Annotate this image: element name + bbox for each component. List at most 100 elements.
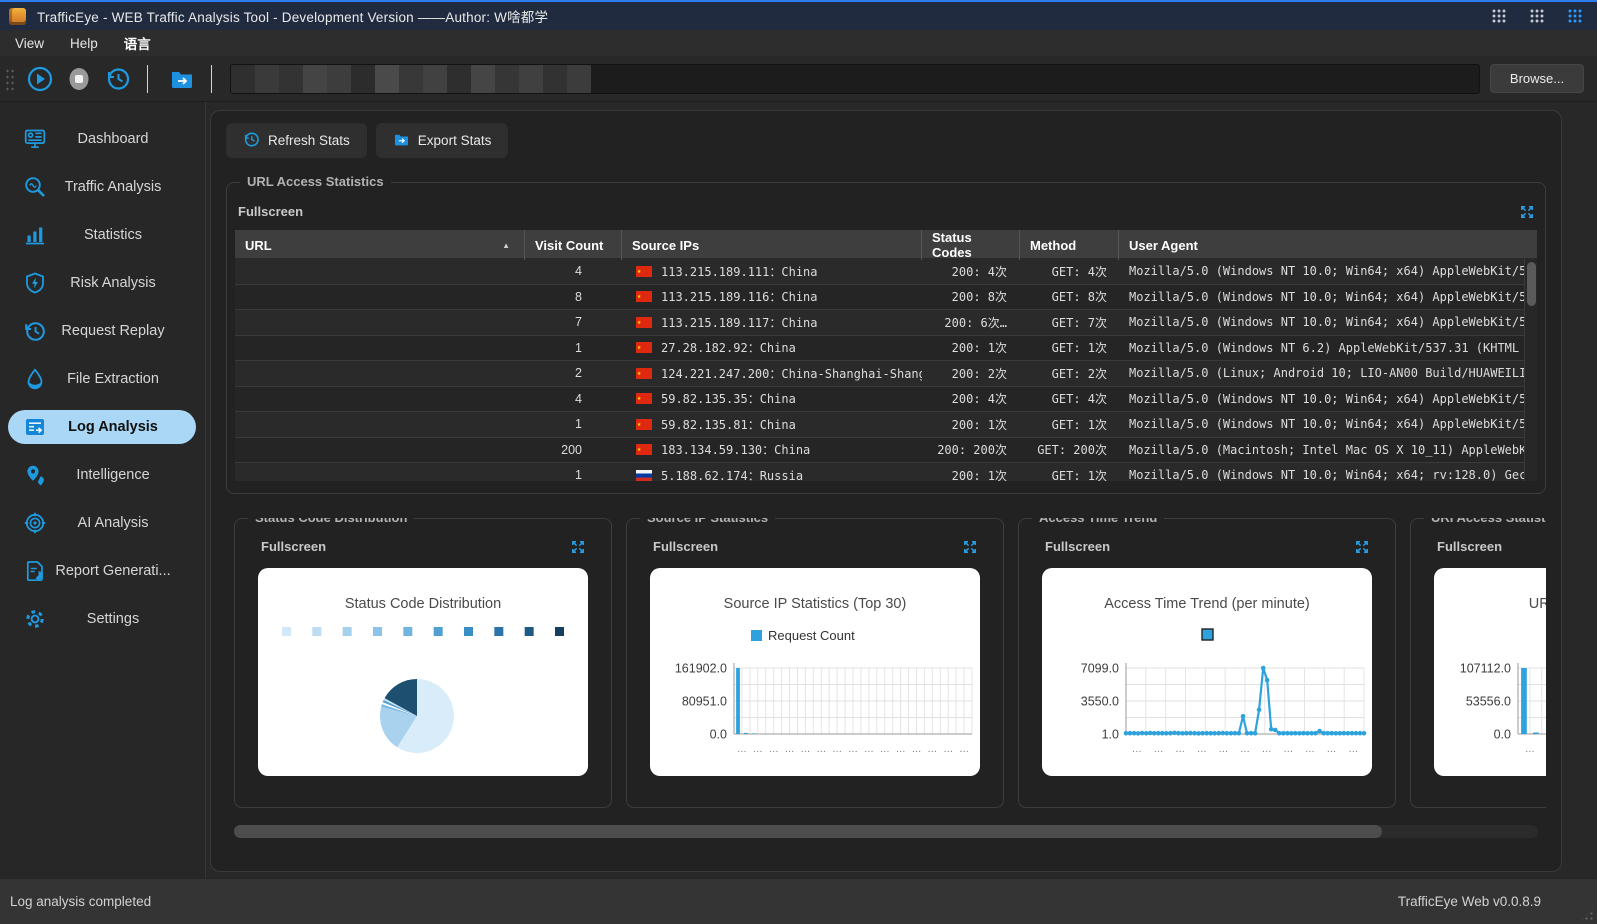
svg-text:…: … — [1327, 744, 1337, 755]
main-panel: Refresh Stats Export Stats URL Access St… — [210, 110, 1562, 872]
table-row[interactable]: 4 ★ 113.215.189.111：China 200: 4次 GET: 4次 Moz… — [235, 259, 1537, 285]
flag-cn-icon: ★ — [636, 291, 652, 303]
stop-capture-button[interactable] — [64, 64, 94, 94]
svg-text:…: … — [1305, 744, 1315, 755]
cell-status-codes: 200: 6次… — [944, 315, 1007, 330]
resize-grip[interactable] — [1579, 906, 1595, 922]
report-generation-icon — [22, 558, 48, 584]
start-capture-button[interactable] — [25, 64, 55, 94]
sidebar-item-log-analysis[interactable]: Log Analysis — [8, 410, 196, 444]
cell-user-agent: Mozilla/5.0 (Windows NT 10.0; Win64; x64… — [1129, 315, 1537, 330]
column-header-url[interactable]: URL ▲ — [235, 230, 525, 260]
scrollbar-thumb[interactable] — [1526, 262, 1536, 306]
cell-user-agent: Mozilla/5.0 (Macintosh; Intel Mac OS X 1… — [1129, 442, 1537, 457]
column-header-source-ips[interactable]: Source IPs — [622, 230, 922, 260]
expand-icon[interactable] — [963, 540, 977, 554]
expand-icon[interactable] — [571, 540, 585, 554]
table-row[interactable]: 1 ★ 59.82.135.81：China 200: 1次 GET: 1次 Mozill… — [235, 412, 1537, 438]
column-header-method[interactable]: Method — [1020, 230, 1119, 260]
expand-icon[interactable] — [1520, 205, 1534, 219]
sidebar-item-statistics[interactable]: Statistics — [8, 218, 196, 252]
group-title: Source IP Statistics — [640, 518, 776, 525]
cell-visit-count: 200 — [561, 442, 582, 457]
refresh-clock-icon — [243, 131, 260, 151]
table-row[interactable]: 1 5.188.62.174：Russia 200: 1次 GET: 1次 Mozill… — [235, 463, 1537, 481]
sidebar-item-label: Log Analysis — [68, 419, 158, 435]
sidebar-item-label: Risk Analysis — [70, 275, 156, 291]
grid-menu-icon-2[interactable] — [1529, 8, 1545, 24]
fullscreen-label[interactable]: Fullscreen — [238, 204, 303, 219]
table-row[interactable]: 8 ★ 113.215.189.116：China 200: 8次 GET: 8次 Moz… — [235, 284, 1537, 310]
refresh-stats-button[interactable]: Refresh Stats — [226, 123, 367, 158]
cell-status-codes: 200: 1次 — [951, 417, 1007, 432]
sidebar-item-label: Dashboard — [77, 131, 149, 147]
fullscreen-label[interactable]: Fullscreen — [653, 539, 718, 554]
sidebar-item-label: Intelligence — [76, 467, 150, 483]
sidebar-item-report-generati[interactable]: Report Generati... — [8, 554, 196, 588]
browse-button[interactable]: Browse... — [1490, 64, 1584, 93]
column-header-visit-count[interactable]: Visit Count — [525, 230, 622, 260]
cell-method: GET: 1次 — [1051, 417, 1107, 432]
sidebar-item-traffic-analysis[interactable]: Traffic Analysis — [8, 170, 196, 204]
cell-status-codes: 200: 4次 — [951, 264, 1007, 279]
fullscreen-label[interactable]: Fullscreen — [261, 539, 326, 554]
fullscreen-label[interactable]: Fullscreen — [1045, 539, 1110, 554]
svg-text:…: … — [927, 744, 937, 755]
chart-card-status-code-distribution: Status Code Distribution — [258, 568, 588, 776]
url-access-statistics-group: URL Access Statistics Fullscreen URL ▲ Vis… — [226, 174, 1546, 494]
scrollbar-thumb[interactable] — [234, 825, 1382, 838]
cell-method: GET: 8次 — [1051, 290, 1107, 305]
grid-menu-icon-3[interactable] — [1567, 8, 1583, 24]
statusbar: Log analysis completed TrafficEye Web v0… — [0, 878, 1597, 924]
group-title: URI Access Statistics — [1424, 518, 1546, 525]
file-path-input[interactable] — [230, 63, 1480, 94]
table-header: URL ▲ Visit Count Source IPs Status Codes Met… — [235, 230, 1537, 260]
toolbar-separator — [211, 64, 212, 93]
menu-view[interactable]: View — [15, 36, 44, 51]
table-vertical-scrollbar[interactable] — [1524, 259, 1537, 481]
column-header-status-codes[interactable]: Status Codes — [922, 230, 1020, 260]
table-row[interactable]: 200 ★ 183.134.59.130：China 200: 200次 GET: 20… — [235, 437, 1537, 463]
svg-text:…: … — [1132, 744, 1142, 755]
menu-language[interactable]: 语言 — [124, 33, 151, 53]
svg-text:…: … — [816, 744, 826, 755]
table-row[interactable]: 2 ★ 124.221.247.200：China-Shanghai-Shangh…… — [235, 361, 1537, 387]
cell-status-codes: 200: 200次 — [937, 443, 1007, 458]
history-button[interactable] — [103, 64, 133, 94]
cell-source-ip: ★ 59.82.135.81：China — [636, 417, 796, 432]
panel-source-ip-statistics: Source IP Statistics Fullscreen Source IP… — [626, 518, 1004, 808]
toolbar-drag-handle[interactable] — [4, 65, 16, 92]
sidebar-item-file-extraction[interactable]: File Extraction — [8, 362, 196, 396]
sidebar-item-ai-analysis[interactable]: AI Analysis — [8, 506, 196, 540]
svg-text:Request Count: Request Count — [768, 628, 855, 643]
expand-icon[interactable] — [1355, 540, 1369, 554]
column-header-user-agent[interactable]: User Agent — [1119, 230, 1537, 260]
cell-status-codes: 200: 1次 — [951, 341, 1007, 356]
cell-user-agent: Mozilla/5.0 (Windows NT 10.0; Win64; x64… — [1129, 264, 1537, 279]
table-row[interactable]: 1 ★ 27.28.182.92：China 200: 1次 GET: 1次 Mozill… — [235, 335, 1537, 361]
flag-cn-icon: ★ — [636, 444, 652, 456]
open-folder-button[interactable] — [167, 64, 197, 94]
sidebar-item-settings[interactable]: Settings — [8, 602, 196, 636]
sidebar-item-dashboard[interactable]: Dashboard — [8, 122, 196, 156]
grid-menu-icon-1[interactable] — [1491, 8, 1507, 24]
table-row[interactable]: 4 ★ 59.82.135.35：China 200: 4次 GET: 4次 Mozill… — [235, 386, 1537, 412]
menu-help[interactable]: Help — [70, 36, 98, 51]
sidebar-item-request-replay[interactable]: Request Replay — [8, 314, 196, 348]
table-row[interactable]: 7 ★ 113.215.189.117：China 200: 6次… GET: 7次 Mo… — [235, 310, 1537, 336]
export-stats-button[interactable]: Export Stats — [375, 123, 509, 158]
sidebar-item-label: Traffic Analysis — [64, 179, 162, 195]
sidebar-item-risk-analysis[interactable]: Risk Analysis — [8, 266, 196, 300]
app-logo-icon — [9, 7, 26, 25]
svg-text:…: … — [943, 744, 953, 755]
sort-asc-icon: ▲ — [502, 240, 510, 250]
fullscreen-label[interactable]: Fullscreen — [1437, 539, 1502, 554]
horizontal-scrollbar[interactable] — [234, 825, 1538, 838]
window-controls — [1491, 8, 1583, 24]
svg-text:…: … — [785, 744, 795, 755]
flag-cn-icon: ★ — [636, 265, 652, 277]
svg-text:…: … — [1348, 744, 1358, 755]
sidebar-item-intelligence[interactable]: Intelligence — [8, 458, 196, 492]
cell-source-ip: ★ 59.82.135.35：China — [636, 392, 796, 407]
flag-cn-icon: ★ — [636, 418, 652, 430]
